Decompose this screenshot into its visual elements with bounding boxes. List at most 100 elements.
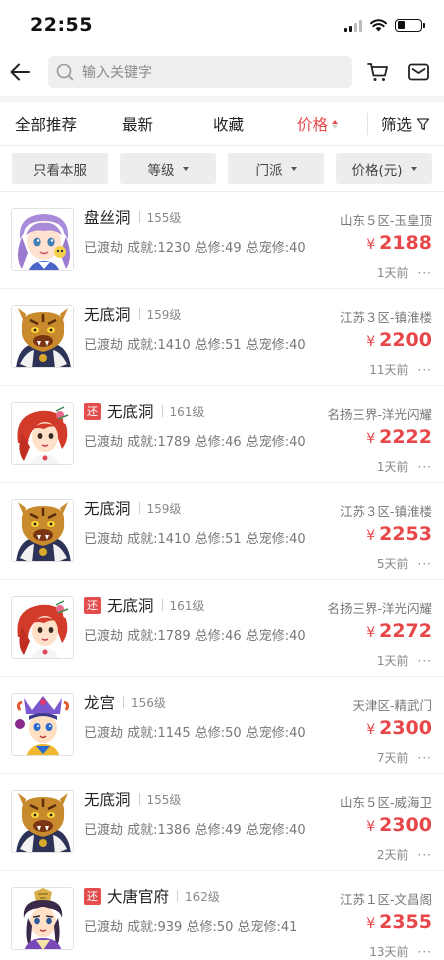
character-level: 161级 — [169, 404, 205, 419]
more-options-icon[interactable]: ··· — [418, 364, 432, 376]
message-button[interactable] — [406, 60, 430, 84]
character-avatar — [11, 208, 74, 271]
filter-label: 价格(元) — [351, 162, 403, 179]
listing-item[interactable]: 还 无底洞 161级 已渡劫 成就:1789 总修:46 总宠修:40 名扬三界… — [0, 580, 444, 677]
server-name: 江苏１区-文昌阁 — [339, 892, 432, 907]
listing-item[interactable]: 无底洞 159级 已渡劫 成就:1410 总修:51 总宠修:40 江苏３区-镇… — [0, 483, 444, 580]
server-name: 山东５区-威海卫 — [339, 795, 432, 810]
price: ¥2300 — [366, 814, 432, 836]
bargain-tag: 还 — [84, 402, 101, 420]
currency-symbol: ¥ — [366, 819, 376, 835]
currency-symbol: ¥ — [366, 237, 376, 253]
caret-down-icon — [410, 166, 417, 171]
listed-time: 2天前 — [376, 848, 409, 862]
search-placeholder: 输入关键字 — [82, 65, 152, 81]
separator — [161, 405, 163, 417]
listing-item[interactable]: 还 无底洞 161级 已渡劫 成就:1789 总修:46 总宠修:40 名扬三界… — [0, 386, 444, 483]
character-faction: 无底洞 — [107, 597, 154, 615]
tab-filter[interactable]: 筛选 — [381, 102, 430, 146]
currency-symbol: ¥ — [366, 722, 376, 738]
price-value: 2355 — [379, 911, 432, 933]
more-options-icon[interactable]: ··· — [418, 461, 432, 473]
price-value: 2272 — [379, 620, 432, 642]
filter-faction-dropdown[interactable]: 门派 — [228, 153, 324, 184]
tab-price[interactable]: 价格 — [297, 102, 339, 146]
character-stats: 已渡劫 成就:1789 总修:46 总宠修:40 — [84, 435, 306, 450]
tab-label: 全部推荐 — [15, 116, 78, 134]
server-name: 江苏３区-镇淮楼 — [339, 310, 432, 325]
currency-symbol: ¥ — [366, 431, 376, 447]
server-name: 名扬三界-洋光闪耀 — [327, 407, 432, 422]
price-value: 2200 — [379, 329, 432, 351]
character-faction: 龙宫 — [84, 694, 116, 712]
listing-item[interactable]: 无底洞 155级 已渡劫 成就:1386 总修:49 总宠修:40 山东５区-威… — [0, 774, 444, 871]
price: ¥2200 — [366, 329, 432, 351]
listed-time: 11天前 — [369, 363, 409, 377]
character-level: 161级 — [169, 598, 205, 613]
nav-bar: 输入关键字 — [0, 50, 444, 94]
separator — [123, 696, 125, 708]
character-faction: 盘丝洞 — [84, 209, 131, 227]
price: ¥2188 — [366, 232, 432, 254]
sort-arrows-icon — [332, 119, 339, 129]
listed-time: 1天前 — [376, 266, 409, 280]
character-stats: 已渡劫 成就:1386 总修:49 总宠修:40 — [84, 823, 306, 838]
character-avatar — [11, 790, 74, 853]
filter-same-server[interactable]: 只看本服 — [12, 153, 108, 184]
server-name: 名扬三界-洋光闪耀 — [327, 601, 432, 616]
character-avatar — [11, 305, 74, 368]
listing-item[interactable]: 盘丝洞 155级 已渡劫 成就:1230 总修:49 总宠修:40 山东５区-玉… — [0, 192, 444, 289]
tab-label: 收藏 — [213, 116, 245, 134]
filter-level-dropdown[interactable]: 等级 — [120, 153, 216, 184]
price: ¥2222 — [366, 426, 432, 448]
character-stats: 已渡劫 成就:1789 总修:46 总宠修:40 — [84, 629, 306, 644]
separator — [138, 793, 140, 805]
search-icon — [56, 63, 74, 81]
character-faction: 无底洞 — [84, 500, 131, 518]
currency-symbol: ¥ — [366, 916, 376, 932]
listing-item[interactable]: 无底洞 159级 已渡劫 成就:1410 总修:51 总宠修:40 江苏３区-镇… — [0, 289, 444, 386]
character-stats: 已渡劫 成就:1410 总修:51 总宠修:40 — [84, 338, 306, 353]
caret-down-icon — [182, 166, 189, 171]
server-name: 天津区-精武门 — [352, 698, 432, 713]
filter-label: 等级 — [147, 162, 175, 179]
tab-recommended[interactable]: 全部推荐 — [15, 102, 77, 146]
status-bar: 22:55 — [0, 0, 444, 50]
character-stats: 已渡劫 成就:1145 总修:50 总宠修:40 — [84, 726, 306, 741]
filter-icon — [416, 118, 430, 131]
more-options-icon[interactable]: ··· — [418, 849, 432, 861]
price: ¥2355 — [366, 911, 432, 933]
more-options-icon[interactable]: ··· — [418, 946, 432, 958]
price: ¥2272 — [366, 620, 432, 642]
more-options-icon[interactable]: ··· — [418, 655, 432, 667]
price-value: 2253 — [379, 523, 432, 545]
more-options-icon[interactable]: ··· — [418, 267, 432, 279]
character-level: 159级 — [146, 501, 182, 516]
more-options-icon[interactable]: ··· — [418, 558, 432, 570]
character-stats: 已渡劫 成就:1230 总修:49 总宠修:40 — [84, 241, 306, 256]
listing-item[interactable]: 还 大唐官府 162级 已渡劫 成就:939 总修:50 总宠修:41 江苏１区… — [0, 871, 444, 960]
filter-price-dropdown[interactable]: 价格(元) — [336, 153, 432, 184]
cellular-signal-icon — [344, 19, 362, 32]
tab-favorites[interactable]: 收藏 — [213, 102, 244, 146]
filter-label: 门派 — [255, 162, 283, 179]
character-level: 159级 — [146, 307, 182, 322]
separator — [161, 599, 163, 611]
tab-latest[interactable]: 最新 — [122, 102, 153, 146]
cart-icon — [367, 63, 388, 81]
search-input[interactable]: 输入关键字 — [48, 56, 352, 88]
character-avatar — [11, 499, 74, 562]
character-faction: 无底洞 — [84, 306, 131, 324]
more-options-icon[interactable]: ··· — [418, 752, 432, 764]
filter-bar: 只看本服 等级 门派 价格(元) — [0, 146, 444, 192]
filter-label: 只看本服 — [33, 162, 87, 179]
back-button[interactable] — [6, 58, 34, 86]
price-value: 2188 — [379, 232, 432, 254]
currency-symbol: ¥ — [366, 528, 376, 544]
tab-separator — [367, 113, 368, 135]
price: ¥2300 — [366, 717, 432, 739]
listing-item[interactable]: 龙宫 156级 已渡劫 成就:1145 总修:50 总宠修:40 天津区-精武门… — [0, 677, 444, 774]
cart-button[interactable] — [366, 60, 390, 84]
currency-symbol: ¥ — [366, 625, 376, 641]
listing-list: 盘丝洞 155级 已渡劫 成就:1230 总修:49 总宠修:40 山东５区-玉… — [0, 192, 444, 960]
